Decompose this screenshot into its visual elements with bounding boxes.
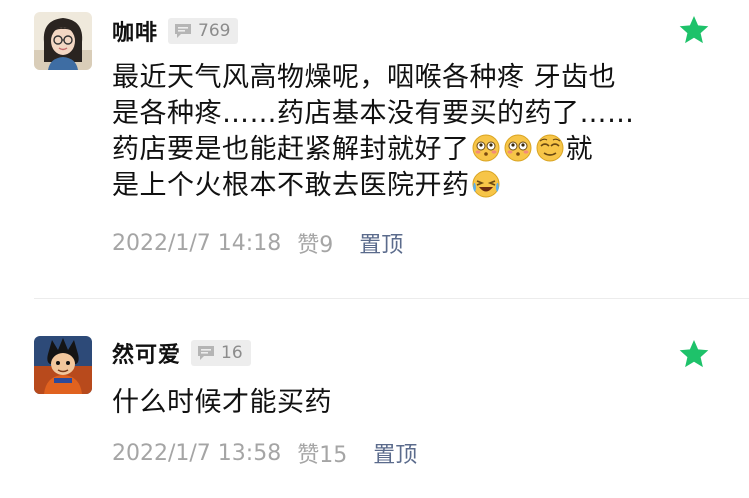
timestamp: 2022/1/7 13:58 <box>112 440 282 466</box>
like-button[interactable]: 赞15 <box>297 437 347 469</box>
crying-laughing-face-icon <box>472 170 499 198</box>
comment-item: 咖啡 769 最近天气风高物燥呢，咽喉各种疼 牙齿也 是各种疼……药店基本没有要… <box>0 0 749 298</box>
reply-count: 769 <box>198 21 231 41</box>
pin-button[interactable]: 置顶 <box>359 227 403 259</box>
avatar[interactable] <box>34 336 92 394</box>
avatar[interactable] <box>34 12 92 70</box>
comment-meta: 2022/1/7 14:18 赞9 置顶 <box>112 227 403 259</box>
timestamp: 2022/1/7 14:18 <box>112 230 282 256</box>
reply-count: 16 <box>221 343 243 363</box>
comment-line: 最近天气风高物燥呢，咽喉各种疼 牙齿也 <box>112 62 617 93</box>
comment-content: 什么时候才能买药 <box>112 385 692 421</box>
speech-bubble-icon <box>198 346 215 360</box>
comment-meta: 2022/1/7 13:58 赞15 置顶 <box>112 437 417 469</box>
pin-button[interactable]: 置顶 <box>373 437 417 469</box>
avatar-image <box>34 336 92 394</box>
star-icon[interactable] <box>678 14 710 46</box>
speech-bubble-icon <box>175 24 192 38</box>
reply-count-badge[interactable]: 16 <box>191 340 251 366</box>
comment-text: 是上个火根本不敢去医院开药 <box>112 170 470 201</box>
comment-content: 最近天气风高物燥呢，咽喉各种疼 牙齿也 是各种疼……药店基本没有要买的药了…… … <box>112 60 692 204</box>
comment-line-with-emoji: 药店要是也能赶紧解封就好了 就 <box>112 132 692 168</box>
avatar-image <box>34 12 92 70</box>
relieved-face-icon <box>536 134 563 162</box>
flushed-face-icon <box>504 134 531 162</box>
comment-line: 什么时候才能买药 <box>112 387 332 418</box>
comment-header: 咖啡 769 <box>112 15 239 47</box>
comment-line-with-emoji: 是上个火根本不敢去医院开药 <box>112 168 692 204</box>
star-icon[interactable] <box>678 338 710 370</box>
reply-count-badge[interactable]: 769 <box>168 18 239 44</box>
comment-list: 咖啡 769 最近天气风高物燥呢，咽喉各种疼 牙齿也 是各种疼……药店基本没有要… <box>0 0 749 498</box>
divider <box>34 298 749 299</box>
like-button[interactable]: 赞9 <box>297 227 333 259</box>
flushed-face-icon <box>472 134 499 162</box>
username[interactable]: 咖啡 <box>112 15 158 47</box>
comment-text: 药店要是也能赶紧解封就好了 <box>112 134 470 165</box>
comment-header: 然可爱 16 <box>112 337 251 369</box>
comment-text: 就 <box>565 134 593 165</box>
comment-item: 然可爱 16 什么时候才能买药 2022/1/7 13:58 赞15 置顶 <box>0 302 749 498</box>
username[interactable]: 然可爱 <box>112 337 181 369</box>
comment-line: 是各种疼……药店基本没有要买的药了…… <box>112 98 635 129</box>
